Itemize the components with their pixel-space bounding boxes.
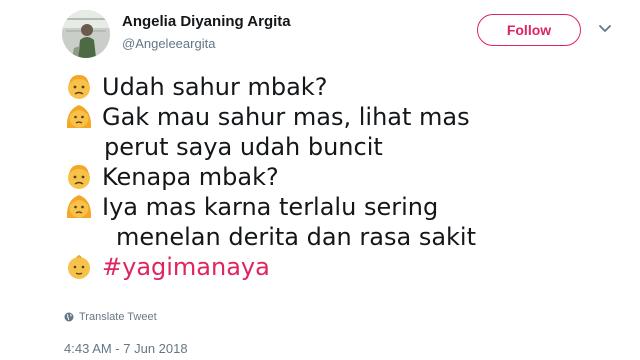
tweet-line: perut saya udah buncit bbox=[64, 132, 476, 162]
tweet-line-text: Kenapa mbak? bbox=[102, 163, 279, 191]
tweet-line-text: Gak mau sahur mas, lihat mas bbox=[102, 103, 470, 131]
globe-icon bbox=[64, 312, 74, 322]
tweet-line: Kenapa mbak? bbox=[64, 162, 476, 192]
tweet-line-text: Udah sahur mbak? bbox=[102, 73, 328, 101]
avatar[interactable] bbox=[62, 10, 110, 58]
tweet-line: menelan derita dan rasa sakit bbox=[64, 222, 476, 252]
profile-photo-icon bbox=[62, 10, 110, 58]
hashtag-link[interactable]: #yagimanaya bbox=[102, 253, 270, 281]
translate-tweet-link[interactable]: Translate Tweet bbox=[64, 311, 157, 323]
tweet-line-text: Iya mas karna terlalu sering bbox=[102, 193, 439, 221]
tweet-line-text: menelan derita dan rasa sakit bbox=[116, 223, 476, 251]
translate-label: Translate Tweet bbox=[79, 311, 157, 323]
tweet-line: Gak mau sahur mas, lihat mas bbox=[64, 102, 476, 132]
tweet-timestamp[interactable]: 4:43 AM - 7 Jun 2018 bbox=[64, 341, 188, 356]
baby-face-emoji-icon bbox=[68, 255, 90, 279]
woman-frowning-emoji-icon bbox=[66, 195, 92, 218]
follow-button[interactable]: Follow bbox=[477, 14, 581, 46]
woman-frowning-emoji-icon bbox=[66, 105, 92, 128]
display-name[interactable]: Angelia Diyaning Argita bbox=[122, 13, 291, 30]
tweet-line: Iya mas karna terlalu sering bbox=[64, 192, 476, 222]
man-frowning-emoji-icon bbox=[68, 165, 90, 189]
tweet-text: Udah sahur mbak? Gak mau sahur mas, liha… bbox=[64, 72, 476, 282]
man-frowning-emoji-icon bbox=[68, 75, 90, 99]
tweet-line: Udah sahur mbak? bbox=[64, 72, 476, 102]
tweet-line-text: perut saya udah buncit bbox=[104, 133, 383, 161]
tweet-line: #yagimanaya bbox=[64, 252, 476, 282]
chevron-down-icon[interactable] bbox=[598, 24, 612, 34]
user-handle[interactable]: @Angeleeargita bbox=[122, 36, 215, 51]
